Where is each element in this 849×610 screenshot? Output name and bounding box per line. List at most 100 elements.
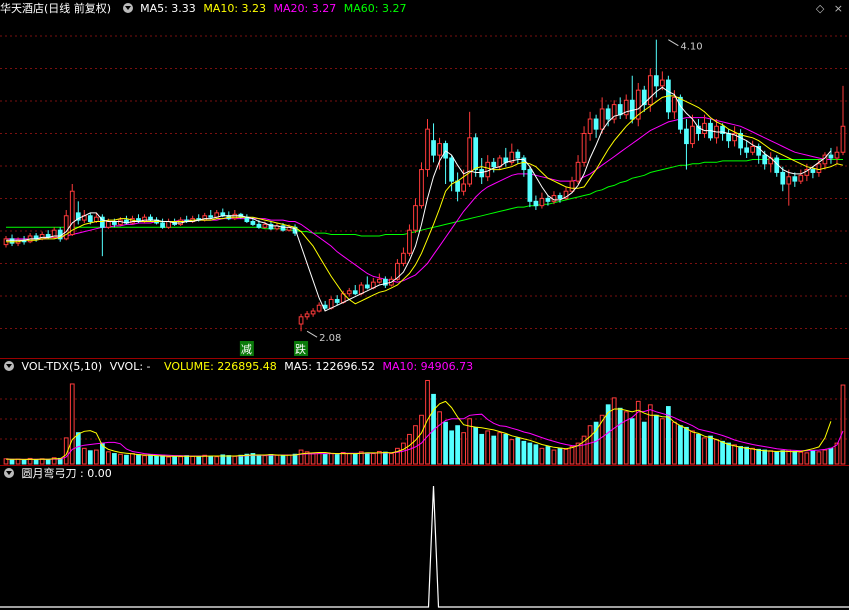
candle-body bbox=[208, 215, 214, 218]
volume-bar bbox=[816, 451, 822, 465]
candle-body bbox=[539, 197, 545, 207]
vol-ma10-label: MA10: 94906.73 bbox=[382, 360, 474, 373]
volume-bar bbox=[798, 451, 804, 465]
candle-body bbox=[659, 79, 665, 87]
volume-bar bbox=[756, 448, 762, 465]
signal-marker: 减 bbox=[241, 343, 252, 356]
volume-bar bbox=[629, 418, 635, 465]
volume-bar bbox=[130, 453, 135, 465]
volume-bar bbox=[726, 442, 731, 465]
indicator-panel[interactable]: 圆月弯弓刀 : 0.00 bbox=[0, 466, 849, 610]
volume-bar bbox=[316, 452, 322, 465]
volume-bar bbox=[557, 447, 563, 465]
candle-body bbox=[828, 154, 834, 159]
volume-bar bbox=[509, 439, 515, 465]
candle-body bbox=[437, 143, 442, 156]
candle-body bbox=[581, 132, 587, 163]
volume-bar bbox=[684, 426, 689, 465]
candle-body bbox=[840, 125, 846, 153]
volume-label: VOLUME: 226895.48 bbox=[164, 360, 277, 373]
vol-ma5-label: MA5: 122696.52 bbox=[284, 360, 375, 373]
candle-body bbox=[298, 316, 304, 325]
candle-body bbox=[425, 128, 430, 171]
candle-body bbox=[407, 229, 412, 254]
candle-body bbox=[328, 298, 334, 309]
price-annotation: 2.08 bbox=[319, 333, 341, 344]
volume-bar bbox=[256, 454, 262, 465]
candle-body bbox=[93, 216, 99, 223]
close-icon[interactable]: × bbox=[834, 2, 843, 15]
ma5-label: MA5: 3.33 bbox=[140, 2, 196, 15]
candle-body bbox=[587, 118, 593, 134]
candle-body bbox=[810, 169, 816, 173]
volume-bar bbox=[136, 454, 141, 465]
volume-bar bbox=[437, 411, 442, 465]
volume-bar bbox=[328, 453, 334, 465]
volume-bar bbox=[15, 458, 21, 465]
diamond-icon[interactable]: ◇ bbox=[816, 2, 824, 15]
volume-bar bbox=[9, 459, 15, 465]
candle-body bbox=[304, 313, 310, 318]
volume-bar bbox=[732, 444, 737, 465]
candle-body bbox=[376, 278, 382, 283]
volume-bar bbox=[419, 414, 424, 465]
volume-bar bbox=[551, 449, 557, 465]
volume-bar bbox=[298, 449, 304, 465]
volume-bar bbox=[545, 446, 551, 465]
price-panel[interactable]: 4.10 2.08 减 跌 华天酒店(日线 前复权) MA5: 3.33 MA10: … bbox=[0, 0, 849, 358]
volume-header: VOL-TDX(5,10) VVOL: - VOLUME: 226895.48 … bbox=[0, 359, 477, 375]
volume-bar bbox=[286, 454, 292, 465]
candle-body bbox=[593, 118, 599, 130]
candle-body bbox=[780, 171, 786, 185]
volume-bar bbox=[641, 421, 647, 465]
candle-body bbox=[401, 252, 406, 264]
price-chart[interactable]: 4.10 2.08 减 跌 bbox=[0, 0, 849, 358]
candle-body bbox=[798, 174, 804, 182]
volume-bar bbox=[310, 453, 316, 465]
ma20-line bbox=[6, 117, 831, 283]
candle-body bbox=[160, 222, 165, 228]
volume-bar bbox=[292, 453, 298, 465]
volume-bar bbox=[690, 430, 695, 465]
candle-body bbox=[678, 96, 683, 130]
candle-body bbox=[653, 75, 659, 87]
candle-body bbox=[617, 104, 623, 116]
candle-body bbox=[358, 284, 364, 295]
indicator-label: 圆月弯弓刀 : 0.00 bbox=[21, 467, 112, 480]
indicator-chart[interactable] bbox=[0, 466, 849, 610]
volume-bar bbox=[370, 453, 376, 465]
volume-bar bbox=[491, 435, 497, 465]
collapse-icon[interactable] bbox=[4, 468, 14, 478]
candle-body bbox=[455, 180, 460, 192]
volume-panel[interactable]: VOL-TDX(5,10) VVOL: - VOLUME: 226895.48 … bbox=[0, 359, 849, 465]
collapse-icon[interactable] bbox=[4, 361, 14, 371]
candle-body bbox=[647, 75, 653, 106]
ma10-label: MA10: 3.23 bbox=[203, 2, 267, 15]
volume-bar bbox=[69, 383, 75, 465]
volume-bar bbox=[112, 453, 117, 465]
volume-bar bbox=[413, 425, 418, 465]
volume-bar bbox=[190, 455, 196, 465]
volume-bar bbox=[774, 451, 780, 465]
candle-body bbox=[672, 96, 677, 113]
volume-bar bbox=[280, 455, 286, 465]
volume-bar bbox=[142, 455, 147, 465]
candle-body bbox=[786, 176, 792, 185]
collapse-icon[interactable] bbox=[122, 3, 133, 13]
volume-bar bbox=[762, 449, 768, 465]
volume-bar bbox=[840, 384, 846, 465]
volume-bar bbox=[214, 456, 220, 465]
volume-bar bbox=[834, 442, 840, 465]
candle-body bbox=[262, 223, 268, 228]
candle-body bbox=[461, 183, 467, 192]
candle-body bbox=[575, 161, 581, 182]
volume-bar bbox=[75, 432, 81, 465]
candle-body bbox=[569, 180, 575, 192]
candle-body bbox=[364, 284, 370, 289]
candle-body bbox=[690, 125, 695, 145]
candle-body bbox=[726, 132, 731, 142]
candle-body bbox=[702, 122, 707, 134]
candle-body bbox=[605, 108, 611, 120]
ma60-label: MA60: 3.27 bbox=[343, 2, 407, 15]
volume-bar bbox=[172, 455, 177, 465]
